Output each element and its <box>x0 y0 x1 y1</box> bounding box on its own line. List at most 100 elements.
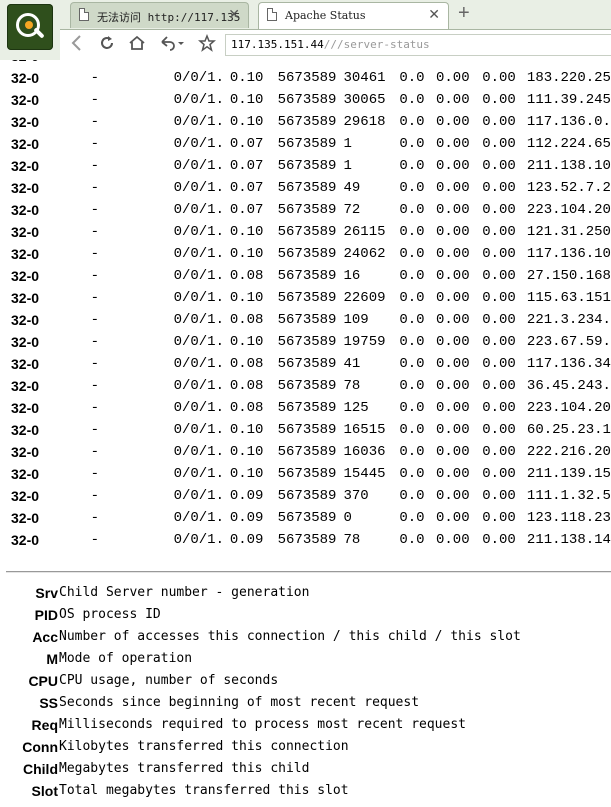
cell-slot: 0.00 <box>482 180 516 196</box>
legend-row: PID OS process ID <box>0 604 521 626</box>
tab-title: 无法访问 http://117.135 <box>97 11 241 24</box>
cell-acc: 0/0/1 <box>173 202 216 218</box>
back-arrow-icon[interactable] <box>70 34 84 57</box>
cell-ss: 5673589 <box>277 422 337 438</box>
cell-client: 36.45.243. <box>526 378 611 394</box>
cell-conn: 0.0 <box>399 356 425 372</box>
cell-ss: 5673589 <box>278 60 344 67</box>
cell-cpu: 0.10 <box>229 466 264 482</box>
cell-cpu: 0.10 <box>229 444 264 460</box>
cell-conn: 0.0 <box>399 92 425 108</box>
cell-pid: - <box>90 180 100 196</box>
cell-srv: 32-0 <box>11 488 40 504</box>
bookmark-star-icon[interactable] <box>198 33 216 57</box>
url-path: ///server-status <box>323 38 430 51</box>
cell-pid: - <box>90 246 100 262</box>
cell-req: 26115 <box>343 224 386 240</box>
cell-srv: 32-0 <box>11 180 40 196</box>
cell-pid: - <box>90 422 100 438</box>
cell-acc: 0/0/1 <box>173 400 216 416</box>
cell-req: 78 <box>343 378 361 394</box>
table-row: 32-0 - 0/0/1. 0.10 5673589 16515 0.0 0.00 0.00 60… <box>0 419 611 441</box>
cell-cpu: 0.10 <box>229 334 264 350</box>
cell-acc: 0/0/1 <box>173 290 216 306</box>
cell-cpu: 0.07 <box>229 136 264 152</box>
cell-acc: 0/0/1 <box>173 180 216 196</box>
cell-cpu: 0.09 <box>229 488 264 504</box>
cell-m: . <box>215 268 224 284</box>
address-bar[interactable]: 117.135.151.44///server-status <box>225 34 611 56</box>
cell-ss: 5673589 <box>277 312 337 328</box>
undo-icon[interactable] <box>158 34 186 57</box>
cell-client: 123.118.23 <box>526 510 611 526</box>
cell-conn: 0.0 <box>399 488 425 504</box>
cell-acc: 0/0/1 <box>173 422 216 438</box>
cell-srv: 32-0 <box>11 92 40 108</box>
cell-cpu: 0.10 <box>229 114 264 130</box>
new-tab-button[interactable]: + <box>458 3 470 23</box>
legend-description: Total megabytes transferred this slot <box>59 783 349 798</box>
cell-conn: 0.0 <box>399 60 436 67</box>
cell-acc: 0/0/1 <box>174 60 216 67</box>
address-url: 117.135.151.44///server-status <box>231 38 430 51</box>
cell-child: 0.00 <box>435 378 470 394</box>
cell-child: 0.00 <box>436 60 482 67</box>
cell-m: . <box>215 158 224 174</box>
cell-child: 0.00 <box>435 422 470 438</box>
cell-pid: - <box>90 532 100 548</box>
cell-ss: 5673589 <box>277 444 337 460</box>
tab-apache-status[interactable]: Apache Status ✕ <box>258 2 449 29</box>
cell-req: 1 <box>343 136 352 152</box>
cell-m: . <box>215 92 224 108</box>
tab-title: Apache Status <box>285 9 366 22</box>
cell-slot: 0.00 <box>482 114 516 130</box>
cell-m: . <box>215 312 224 328</box>
legend-key: CPU <box>28 673 58 689</box>
cell-child: 0.00 <box>435 334 470 350</box>
cell-srv: 32-0 <box>11 268 40 284</box>
tab-unreachable[interactable]: 无法访问 http://117.135 ✕ <box>70 2 249 28</box>
cell-srv: 32-0 <box>11 70 40 86</box>
cell-srv: 32-0 <box>11 202 40 218</box>
cell-client: 117.136.10 <box>526 246 611 262</box>
home-icon[interactable] <box>128 34 146 57</box>
legend-row: CPU CPU usage, number of seconds <box>0 670 521 692</box>
cell-req: 109 <box>343 312 369 328</box>
cell-req: 29618 <box>343 114 386 130</box>
cell-req: 41 <box>343 356 361 372</box>
close-icon[interactable]: ✕ <box>428 6 440 23</box>
cell-child: 0.00 <box>435 92 470 108</box>
cell-slot: 0.00 <box>482 70 516 86</box>
cell-child: 0.00 <box>435 466 470 482</box>
cell-child: 0.00 <box>435 532 470 548</box>
cell-ss: 5673589 <box>277 224 337 240</box>
legend-description: Mode of operation <box>59 651 193 666</box>
cell-pid: - <box>90 202 100 218</box>
legend-row: M Mode of operation <box>0 648 521 670</box>
cell-m: . <box>215 70 224 86</box>
cell-slot: 0.00 <box>482 60 527 67</box>
cell-client: 117.136.0. <box>526 114 611 130</box>
legend-key: SS <box>39 695 58 711</box>
cell-slot: 0.00 <box>482 532 516 548</box>
cell-pid: - <box>90 400 100 416</box>
legend-row: Child Megabytes transferred this child <box>0 758 521 780</box>
table-row: 32-0 - 0/0/1. 0.08 5673589 125 0.0 0.00 0.00 223.… <box>0 397 611 419</box>
reload-icon[interactable] <box>98 34 116 57</box>
table-row: 32-0 - 0/0/1. 0.07 5673589 1 0.0 0.00 0.00 112.22… <box>0 133 611 155</box>
cell-conn: 0.0 <box>399 290 425 306</box>
cell-ss: 5673589 <box>277 158 337 174</box>
cell-child: 0.00 <box>435 268 470 284</box>
close-icon[interactable]: ✕ <box>228 6 240 23</box>
cell-acc: 0/0/1 <box>173 312 216 328</box>
cell-client: 211.138.14 <box>526 532 611 548</box>
cell-m: . <box>215 356 224 372</box>
cell-ss: 5673589 <box>277 400 337 416</box>
uc-browser-logo-icon[interactable] <box>7 4 53 50</box>
table-row: 32-0 - 0/0/1. 0.09 5673589 0 0.0 0.00 0.00 123.11… <box>0 507 611 529</box>
table-row: 32-0 - 0/0/1. 0.10 5673589 22609 0.0 0.00 0.00 11… <box>0 287 611 309</box>
table-row: 32-0 - 0/0/1. 0.08 5673589 109 0.0 0.00 0.00 221.… <box>0 309 611 331</box>
cell-cpu: 0.07 <box>229 158 264 174</box>
cell-client: 27.150.168 <box>526 268 611 284</box>
server-status-page: 32-0-0/0/1.0.105673589291230.00.000.0011… <box>0 60 611 807</box>
